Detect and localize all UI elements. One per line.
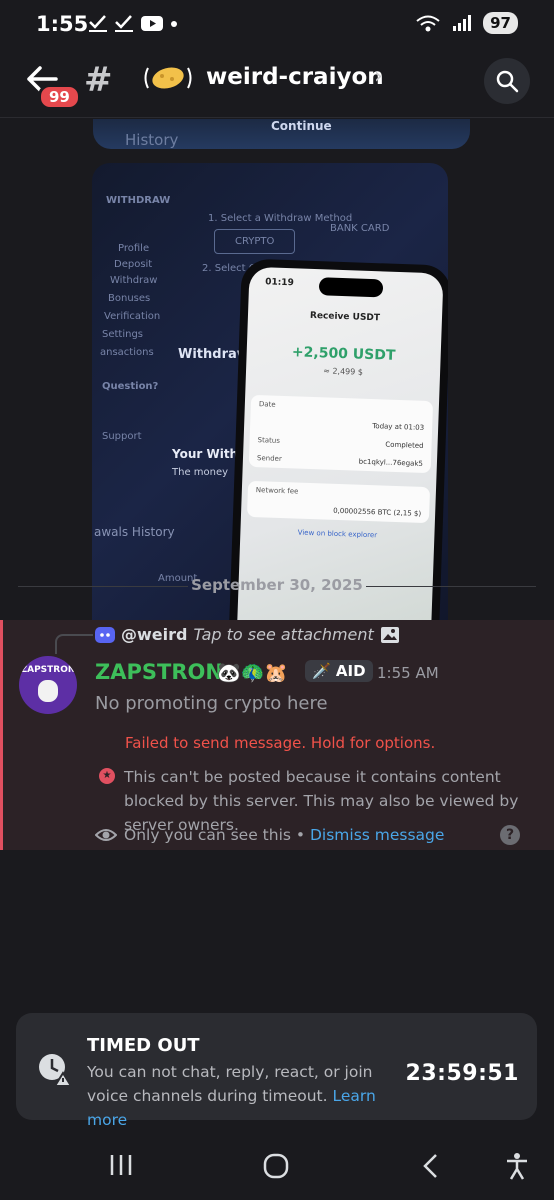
status-notification-icons: [88, 14, 178, 32]
avatar-text: ZAPSTRON: [20, 665, 76, 675]
back-nav-icon[interactable]: [420, 1152, 442, 1180]
search-button[interactable]: [484, 58, 530, 104]
ephemeral-text: Only you can see this •: [124, 826, 310, 844]
battery-level: 97: [483, 12, 518, 34]
photo-text: Question?: [102, 381, 159, 392]
avatar[interactable]: ZAPSTRON: [19, 656, 77, 714]
channel-name[interactable]: weird-craiyon: [206, 64, 384, 90]
timeout-card: TIMED OUT You can not chat, reply, react…: [16, 1013, 537, 1129]
reply-username: @weird: [121, 625, 188, 644]
failed-message[interactable]: @weird Tap to see attachment ZAPSTRON ZA…: [0, 620, 554, 850]
photo-text: The money: [172, 467, 229, 478]
date-divider-text: September 30, 2025: [191, 576, 363, 594]
detail-label: Sender: [256, 454, 282, 463]
phone-in-photo: 01:19 Receive USDT +2,500 USDT ≈ 2,499 $…: [228, 258, 448, 661]
photo-text: WITHDRAW: [106, 195, 171, 206]
check-underline-icon: [115, 15, 133, 32]
help-icon[interactable]: ?: [500, 825, 520, 845]
fee-label: Network fee: [255, 486, 299, 496]
search-icon: [496, 70, 519, 93]
eye-icon: [95, 829, 117, 841]
detail-value: Completed: [385, 440, 424, 450]
timeout-description: You can not chat, reply, react, or join …: [87, 1063, 373, 1105]
discord-icon: [95, 626, 115, 643]
reply-text: Tap to see attachment: [193, 625, 374, 644]
image-icon: [380, 626, 399, 643]
reply-preview[interactable]: @weird Tap to see attachment: [95, 625, 400, 644]
photo-text: Deposit: [114, 259, 153, 270]
role-tag[interactable]: 🗡️ AID: [305, 660, 373, 682]
username[interactable]: ZAPSTRON: [95, 660, 223, 684]
dot-icon: [171, 21, 177, 27]
photo-text: ansactions: [100, 347, 154, 358]
photo-text: CRYPTO: [214, 229, 296, 254]
message-text: No promoting crypto here: [95, 693, 328, 714]
phone-time: 01:19: [264, 277, 294, 289]
phone-title: Receive USDT: [309, 310, 381, 324]
message-time: 1:55 AM: [377, 664, 439, 682]
signal-icon: [453, 15, 472, 31]
photo-text: Settings: [102, 329, 144, 340]
home-icon[interactable]: [262, 1152, 290, 1180]
timeout-title: TIMED OUT: [87, 1035, 200, 1056]
phone-approx: ≈ 2,499 $: [323, 366, 364, 377]
photo-text: Bonuses: [108, 293, 151, 304]
phone-amount: +2,500 USDT: [291, 344, 396, 364]
dismiss-message-link[interactable]: Dismiss message: [310, 826, 444, 844]
timeout-timer: 23:59:51: [405, 1061, 519, 1086]
system-nav-bar: [0, 1136, 554, 1200]
fee-value: 0,00002556 BTC (2,15 $): [333, 506, 422, 518]
photo-text: Withdraw: [110, 275, 158, 286]
shield-warning-icon: ★: [99, 768, 115, 784]
photo-text: Support: [102, 431, 142, 442]
previous-attachment-image[interactable]: History Continue: [93, 119, 470, 149]
recent-apps-icon[interactable]: [108, 1152, 134, 1178]
timeout-text: You can not chat, reply, react, or join …: [87, 1060, 417, 1132]
clock-warning-icon: [39, 1054, 72, 1087]
youtube-icon: [141, 16, 163, 31]
photo-text: Verification: [104, 311, 161, 322]
status-time: 1:55: [36, 12, 89, 36]
failed-notice: Failed to send message. Hold for options…: [125, 734, 436, 752]
detail-label: Date: [258, 400, 276, 409]
photo-text: BANK CARD: [330, 223, 390, 234]
phone-explorer-link: View on block explorer: [297, 528, 378, 540]
attachment-button-text: Continue: [271, 119, 332, 133]
detail-value: bc1qkyl...76egak5: [358, 457, 424, 468]
phone-details-card: Date Today at 01:03 Status Completed Send…: [248, 394, 434, 474]
phone-fee-card: Network fee 0,00002556 BTC (2,15 $): [246, 480, 431, 524]
chevron-right-icon[interactable]: ›: [374, 64, 383, 89]
photo-text: Profile: [118, 243, 150, 254]
channel-hash-icon: #: [84, 60, 113, 100]
attachment-faded-text: History: [125, 131, 179, 149]
detail-value: Today at 01:03: [372, 422, 425, 432]
detail-label: Status: [257, 436, 281, 445]
ephemeral-notice: Only you can see this • Dismiss message: [124, 826, 444, 844]
photo-text: awals History: [94, 525, 175, 539]
wifi-icon: [416, 15, 440, 32]
user-emojis: 🐼🦚🐹: [217, 662, 288, 684]
channel-header: 99 # weird-craiyon ›: [0, 50, 554, 118]
status-bar: 1:55 97: [0, 0, 554, 50]
date-divider: September 30, 2025: [18, 574, 536, 598]
check-underline-icon: [89, 15, 107, 32]
unread-badge: 99: [38, 84, 81, 110]
accessibility-icon[interactable]: [504, 1152, 530, 1180]
sponge-emoji-icon: [144, 67, 192, 89]
